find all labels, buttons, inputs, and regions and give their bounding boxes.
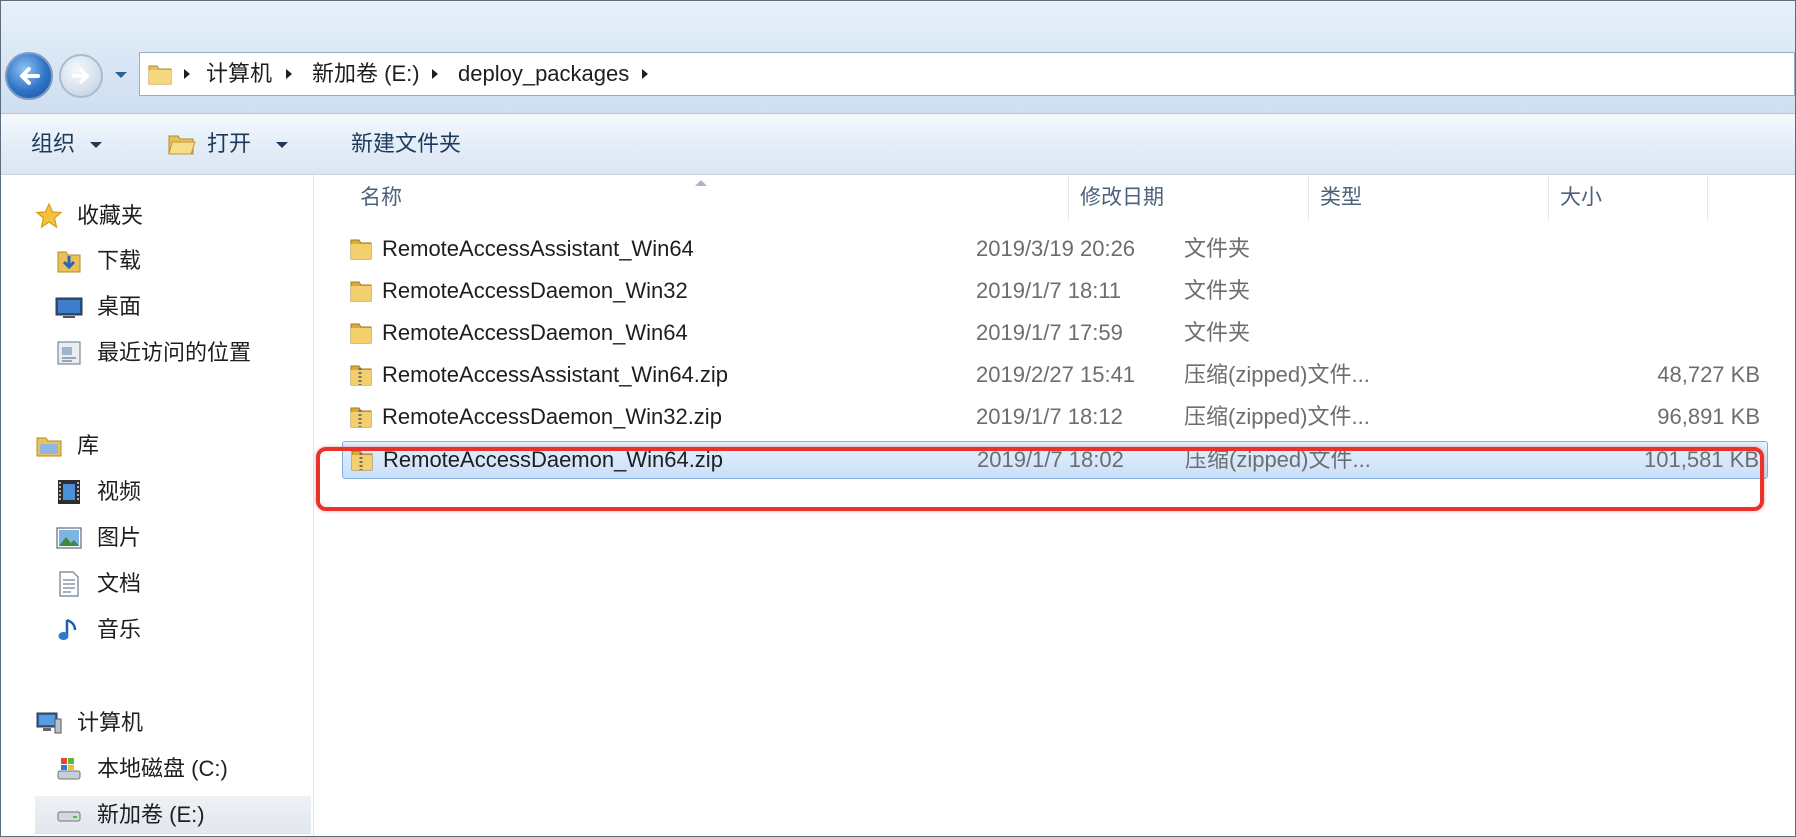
address-bar[interactable]: 计算机 新加卷 (E:) deploy_packages <box>139 52 1795 96</box>
zip-folder-icon <box>350 407 372 428</box>
drive-icon <box>57 811 81 822</box>
explorer-window: 计算机 新加卷 (E:) deploy_packages 组织 打开 新建文件夹… <box>0 0 1796 837</box>
nav-item-drive-c[interactable]: 本地磁盘 (C:) <box>55 750 305 788</box>
nav-item-documents[interactable]: 文档 <box>55 565 305 603</box>
system-drive-icon <box>57 758 81 780</box>
organize-button[interactable]: 组织 <box>31 114 102 174</box>
file-type: 压缩(zipped)文件... <box>1184 404 1370 429</box>
chevron-down-icon <box>276 142 288 148</box>
breadcrumb-arrow-icon[interactable] <box>638 53 652 95</box>
nav-item-label: 桌面 <box>97 294 142 319</box>
new-folder-label: 新建文件夹 <box>351 131 462 156</box>
folder-icon <box>350 239 372 260</box>
video-icon <box>58 480 80 504</box>
recent-places-icon <box>57 341 81 365</box>
nav-item-label: 下载 <box>97 248 142 273</box>
breadcrumb-arrow-icon[interactable] <box>282 53 296 95</box>
file-size: 96,891 KB <box>1657 404 1760 429</box>
annotation-highlight-box <box>316 447 1764 511</box>
breadcrumb-computer[interactable]: 计算机 <box>206 53 272 95</box>
file-name: RemoteAccessDaemon_Win64 <box>382 320 688 345</box>
zip-folder-icon <box>350 365 372 386</box>
file-type: 文件夹 <box>1184 320 1251 345</box>
nav-favorites[interactable]: 收藏夹 <box>35 197 305 235</box>
open-folder-icon <box>168 135 196 155</box>
file-size: 48,727 KB <box>1657 362 1760 387</box>
chevron-down-icon <box>90 142 102 148</box>
column-header-size[interactable]: 大小 <box>1548 175 1700 221</box>
column-header-type[interactable]: 类型 <box>1308 175 1518 221</box>
desktop-icon <box>55 297 83 318</box>
column-headers: 名称 修改日期 类型 大小 <box>314 175 1795 221</box>
breadcrumb-arrow-icon[interactable] <box>180 53 194 95</box>
file-type: 文件夹 <box>1184 278 1251 303</box>
navigation-pane: 收藏夹 下载 桌面 最近访问的位置 库 视频 图片 文档 音乐 计算机 本地磁盘… <box>1 175 314 836</box>
file-date: 2019/2/27 15:41 <box>976 362 1136 387</box>
table-row[interactable]: RemoteAccessAssistant_Win64.zip 2019/2/27… <box>342 357 1768 395</box>
downloads-folder-icon <box>57 251 81 273</box>
nav-item-music[interactable]: 音乐 <box>55 611 305 649</box>
file-date: 2019/3/19 20:26 <box>976 236 1136 261</box>
table-row[interactable]: RemoteAccessDaemon_Win64 2019/1/7 17:59 文件… <box>342 315 1768 353</box>
nav-item-label: 图片 <box>97 525 142 550</box>
nav-item-label: 文档 <box>97 571 142 596</box>
table-row[interactable]: RemoteAccessAssistant_Win64 2019/3/19 20:… <box>342 231 1768 269</box>
nav-computer[interactable]: 计算机 <box>35 704 305 742</box>
nav-item-desktop[interactable]: 桌面 <box>55 288 305 326</box>
nav-favorites-label: 收藏夹 <box>77 203 144 228</box>
file-name: RemoteAccessAssistant_Win64 <box>382 236 694 261</box>
nav-item-pictures[interactable]: 图片 <box>55 519 305 557</box>
command-bar: 组织 打开 新建文件夹 <box>1 114 1795 175</box>
breadcrumb-arrow-icon[interactable] <box>428 53 442 95</box>
column-header-name[interactable]: 名称 <box>348 175 954 221</box>
file-date: 2019/1/7 17:59 <box>976 320 1123 345</box>
folder-icon <box>350 323 372 344</box>
open-label: 打开 <box>207 131 252 156</box>
column-header-date[interactable]: 修改日期 <box>1068 175 1276 221</box>
nav-item-label: 本地磁盘 (C:) <box>97 756 228 781</box>
file-type: 文件夹 <box>1184 236 1251 261</box>
forward-button[interactable] <box>59 54 103 98</box>
computer-icon <box>36 712 62 734</box>
arrow-right-icon <box>71 68 89 84</box>
file-date: 2019/1/7 18:11 <box>976 278 1122 303</box>
arrow-left-icon <box>20 67 40 85</box>
folder-icon <box>148 65 172 85</box>
folder-icon <box>350 281 372 302</box>
nav-item-label: 音乐 <box>97 617 142 642</box>
recent-pages-button[interactable] <box>111 64 131 86</box>
file-name: RemoteAccessAssistant_Win64.zip <box>382 362 729 387</box>
document-icon <box>59 571 79 597</box>
nav-item-label: 新加卷 (E:) <box>97 802 205 827</box>
breadcrumb-deploy-packages[interactable]: deploy_packages <box>458 53 629 95</box>
nav-item-videos[interactable]: 视频 <box>55 473 305 511</box>
file-name: RemoteAccessDaemon_Win32.zip <box>382 404 722 429</box>
nav-item-recent-places[interactable]: 最近访问的位置 <box>55 334 305 372</box>
nav-libraries[interactable]: 库 <box>35 427 305 465</box>
music-note-icon <box>58 618 77 640</box>
table-row[interactable]: RemoteAccessDaemon_Win32.zip 2019/1/7 18:… <box>342 399 1768 437</box>
nav-computer-label: 计算机 <box>77 710 144 735</box>
open-button[interactable]: 打开 <box>167 114 293 174</box>
column-divider[interactable] <box>1707 175 1708 221</box>
star-icon <box>35 202 63 229</box>
chevron-down-icon <box>115 72 127 78</box>
table-row[interactable]: RemoteAccessDaemon_Win32 2019/1/7 18:11 文件… <box>342 273 1768 311</box>
pictures-icon <box>56 527 82 549</box>
nav-libraries-label: 库 <box>77 433 100 458</box>
nav-item-drive-e[interactable]: 新加卷 (E:) <box>35 796 311 834</box>
new-folder-button[interactable]: 新建文件夹 <box>351 114 461 174</box>
nav-item-label: 最近访问的位置 <box>97 340 252 365</box>
navigation-bar: 计算机 新加卷 (E:) deploy_packages <box>1 1 1795 114</box>
breadcrumb-drive-e[interactable]: 新加卷 (E:) <box>312 53 420 95</box>
back-button[interactable] <box>5 52 53 100</box>
file-type: 压缩(zipped)文件... <box>1184 362 1370 387</box>
file-date: 2019/1/7 18:12 <box>976 404 1123 429</box>
nav-item-label: 视频 <box>97 479 142 504</box>
library-icon <box>36 437 62 457</box>
nav-item-downloads[interactable]: 下载 <box>55 242 305 280</box>
file-name: RemoteAccessDaemon_Win32 <box>382 278 688 303</box>
organize-label: 组织 <box>31 131 76 156</box>
